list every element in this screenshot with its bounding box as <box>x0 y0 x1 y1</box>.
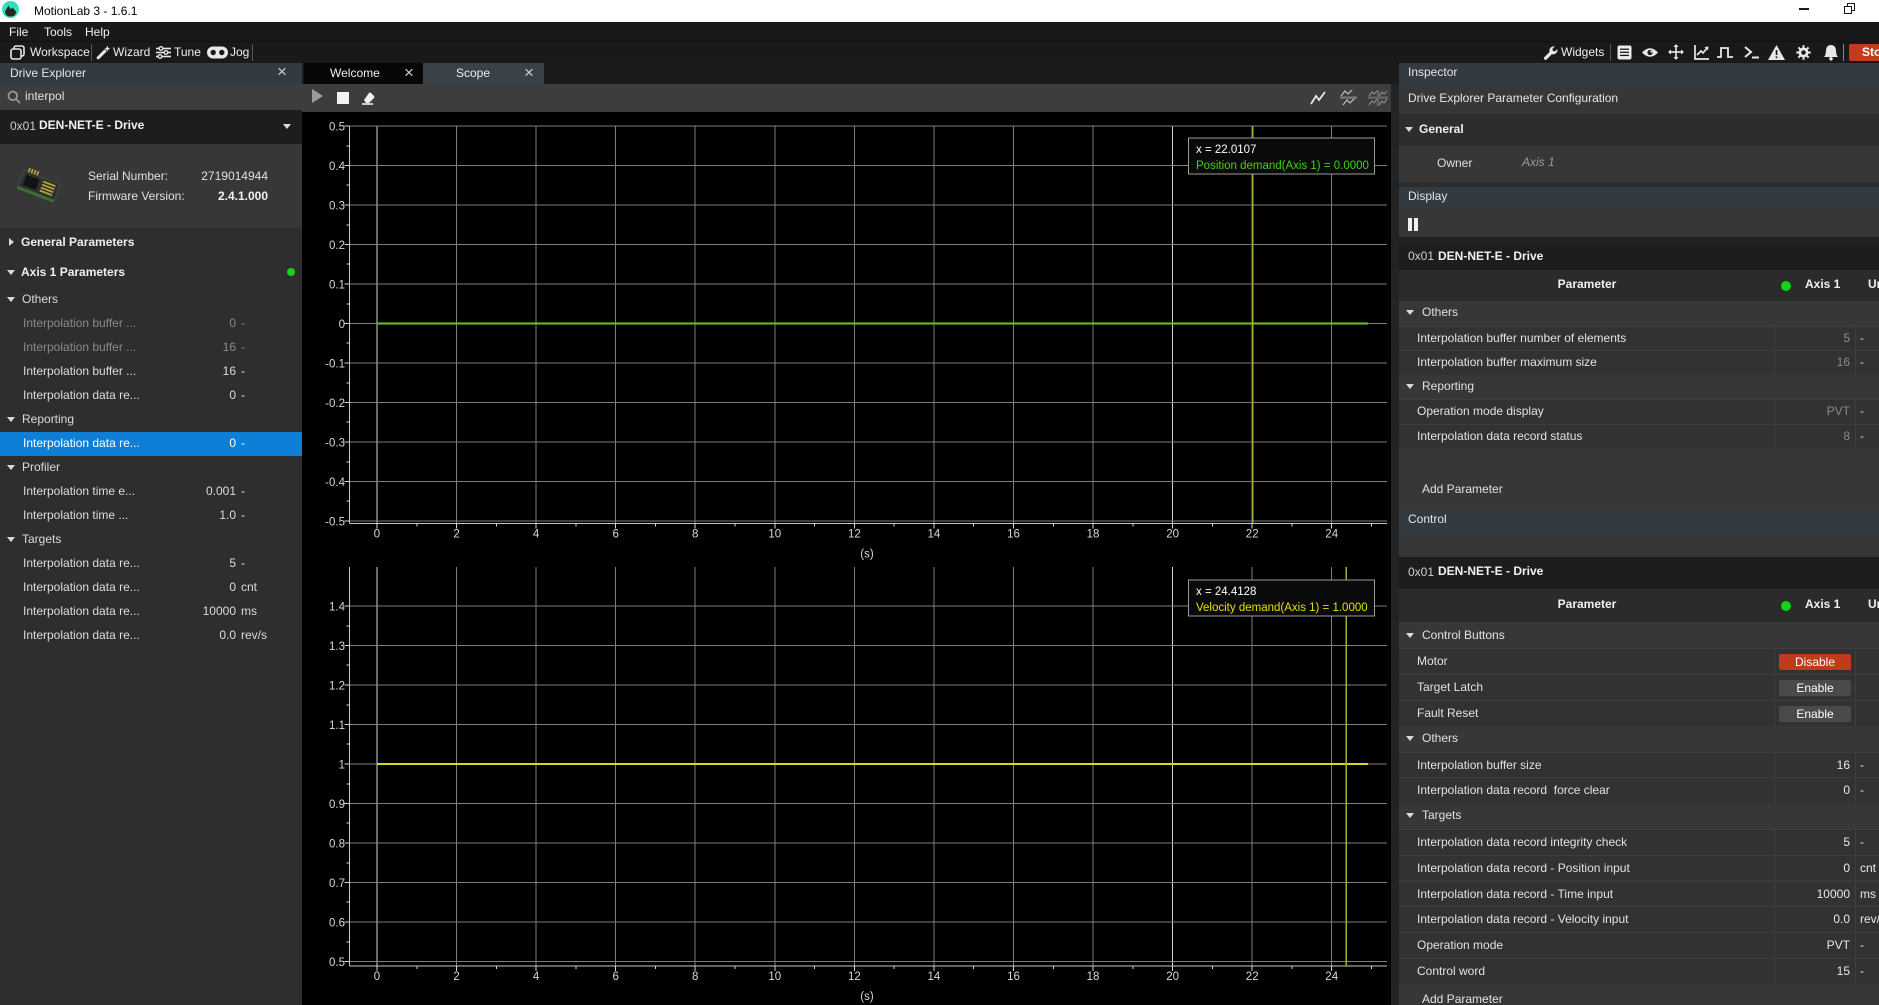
svg-text:0.6: 0.6 <box>329 918 345 930</box>
svg-text:20: 20 <box>1166 529 1179 541</box>
svg-text:10: 10 <box>768 529 781 541</box>
svg-text:6: 6 <box>612 529 618 541</box>
svg-text:2: 2 <box>453 971 459 983</box>
svg-text:0.4: 0.4 <box>329 161 346 173</box>
svg-text:12: 12 <box>848 529 861 541</box>
svg-text:8: 8 <box>692 971 698 983</box>
svg-text:1.1: 1.1 <box>329 720 345 732</box>
svg-text:0.8: 0.8 <box>329 839 345 851</box>
svg-text:22: 22 <box>1246 529 1259 541</box>
svg-text:0.5: 0.5 <box>329 957 345 969</box>
svg-text:22: 22 <box>1246 971 1259 983</box>
svg-text:14: 14 <box>928 529 941 541</box>
svg-text:(s): (s) <box>860 991 874 1003</box>
svg-text:12: 12 <box>848 971 861 983</box>
svg-text:0.5: 0.5 <box>329 122 345 134</box>
svg-text:24: 24 <box>1325 529 1338 541</box>
svg-text:1: 1 <box>339 760 345 772</box>
svg-text:0.7: 0.7 <box>329 878 345 890</box>
svg-text:-0.4: -0.4 <box>325 477 345 489</box>
svg-text:(s): (s) <box>860 549 874 561</box>
svg-text:0: 0 <box>374 971 380 983</box>
svg-text:1.4: 1.4 <box>329 602 346 614</box>
svg-text:2: 2 <box>453 529 459 541</box>
svg-text:-0.3: -0.3 <box>325 438 345 450</box>
svg-text:16: 16 <box>1007 529 1020 541</box>
svg-text:18: 18 <box>1087 971 1100 983</box>
svg-text:-0.2: -0.2 <box>325 398 345 410</box>
svg-text:-0.1: -0.1 <box>325 359 345 371</box>
svg-text:20: 20 <box>1166 971 1179 983</box>
svg-text:6: 6 <box>612 971 618 983</box>
svg-text:Velocity demand(Axis 1) = 1.00: Velocity demand(Axis 1) = 1.0000 <box>1196 602 1368 614</box>
svg-text:24: 24 <box>1325 971 1338 983</box>
svg-text:8: 8 <box>692 529 698 541</box>
svg-text:0.9: 0.9 <box>329 799 345 811</box>
svg-text:x = 22.0107: x = 22.0107 <box>1196 144 1256 156</box>
svg-text:4: 4 <box>533 529 540 541</box>
svg-text:-0.5: -0.5 <box>325 517 345 529</box>
svg-text:1.3: 1.3 <box>329 641 345 653</box>
svg-text:0: 0 <box>374 529 380 541</box>
svg-text:4: 4 <box>533 971 540 983</box>
svg-text:0.1: 0.1 <box>329 280 345 292</box>
svg-text:x = 24.4128: x = 24.4128 <box>1196 586 1256 598</box>
svg-text:10: 10 <box>768 971 781 983</box>
svg-text:16: 16 <box>1007 971 1020 983</box>
svg-text:0: 0 <box>339 319 345 331</box>
svg-text:0.2: 0.2 <box>329 240 345 252</box>
svg-text:1.2: 1.2 <box>329 681 345 693</box>
svg-text:18: 18 <box>1087 529 1100 541</box>
svg-text:14: 14 <box>928 971 941 983</box>
svg-text:Position demand(Axis 1) = 0.00: Position demand(Axis 1) = 0.0000 <box>1196 160 1369 172</box>
svg-text:0.3: 0.3 <box>329 201 345 213</box>
